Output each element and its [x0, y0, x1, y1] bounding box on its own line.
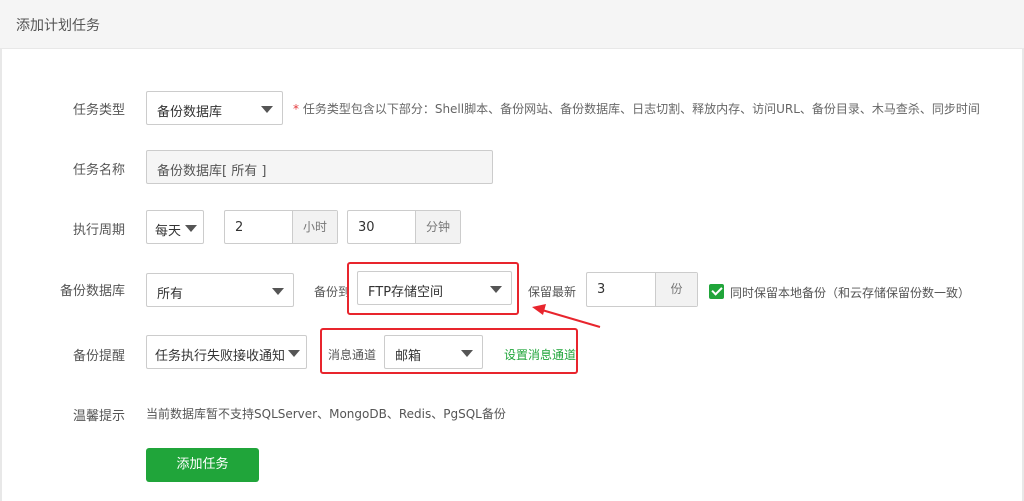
- minutes-unit: 分钟: [415, 211, 460, 243]
- task-type-hint: * 任务类型包含以下部分：Shell脚本、备份网站、备份数据库、日志切割、释放内…: [293, 100, 980, 117]
- page-title: 添加计划任务: [16, 18, 100, 34]
- keep-local-checkbox[interactable]: [709, 284, 724, 299]
- reminder-value: 任务执行失败接收通知: [155, 349, 286, 364]
- reminder-select[interactable]: 任务执行失败接收通知: [146, 335, 307, 369]
- set-channel-link[interactable]: 设置消息通道: [504, 346, 576, 363]
- highlight-box-backup-to: [347, 262, 519, 315]
- page-header: 添加计划任务: [0, 0, 1024, 49]
- task-name-label: 任务名称: [72, 163, 125, 178]
- required-star: *: [293, 102, 299, 116]
- hours-input[interactable]: 2 小时: [224, 210, 338, 244]
- channel-label: 消息通道: [328, 348, 377, 362]
- chevron-down-icon: [261, 106, 273, 113]
- add-task-button[interactable]: 添加任务: [146, 448, 259, 482]
- keep-local-label: 同时保留本地备份（和云存储保留份数一致）: [730, 286, 971, 300]
- task-type-label: 任务类型: [72, 103, 125, 118]
- backup-to-label: 备份到: [314, 285, 351, 299]
- channel-select[interactable]: 邮箱: [384, 335, 483, 369]
- task-name-input[interactable]: 备份数据库[ 所有 ]: [146, 150, 493, 184]
- keep-latest-label: 保留最新: [528, 285, 577, 299]
- backup-db-label: 备份数据库: [59, 284, 125, 299]
- chevron-down-icon: [461, 350, 473, 357]
- keep-latest-unit: 份: [655, 273, 697, 306]
- period-frequency-select[interactable]: 每天: [146, 210, 204, 244]
- task-name-value: 备份数据库[ 所有 ]: [157, 164, 267, 179]
- tips-label: 温馨提示: [72, 409, 125, 424]
- backup-db-select[interactable]: 所有: [146, 273, 294, 307]
- channel-value: 邮箱: [395, 349, 422, 364]
- period-label: 执行周期: [72, 223, 125, 238]
- task-type-value: 备份数据库: [157, 105, 223, 120]
- keep-latest-value: 3: [597, 282, 606, 297]
- chevron-down-icon: [272, 288, 284, 295]
- hours-unit: 小时: [292, 211, 337, 243]
- tips-text: 当前数据库暂不支持SQLServer、MongoDB、Redis、PgSQL备份: [146, 407, 506, 421]
- backup-db-value: 所有: [157, 287, 184, 302]
- chevron-down-icon: [288, 350, 300, 357]
- task-type-hint-text: 任务类型包含以下部分：Shell脚本、备份网站、备份数据库、日志切割、释放内存、…: [302, 102, 980, 116]
- chevron-down-icon: [185, 225, 197, 232]
- minutes-input[interactable]: 30 分钟: [347, 210, 461, 244]
- frame-left-border: [0, 49, 2, 501]
- minutes-value: 30: [358, 220, 375, 235]
- hours-value: 2: [235, 220, 244, 235]
- period-frequency-value: 每天: [155, 224, 182, 239]
- task-type-select[interactable]: 备份数据库: [146, 91, 283, 125]
- reminder-label: 备份提醒: [72, 349, 125, 364]
